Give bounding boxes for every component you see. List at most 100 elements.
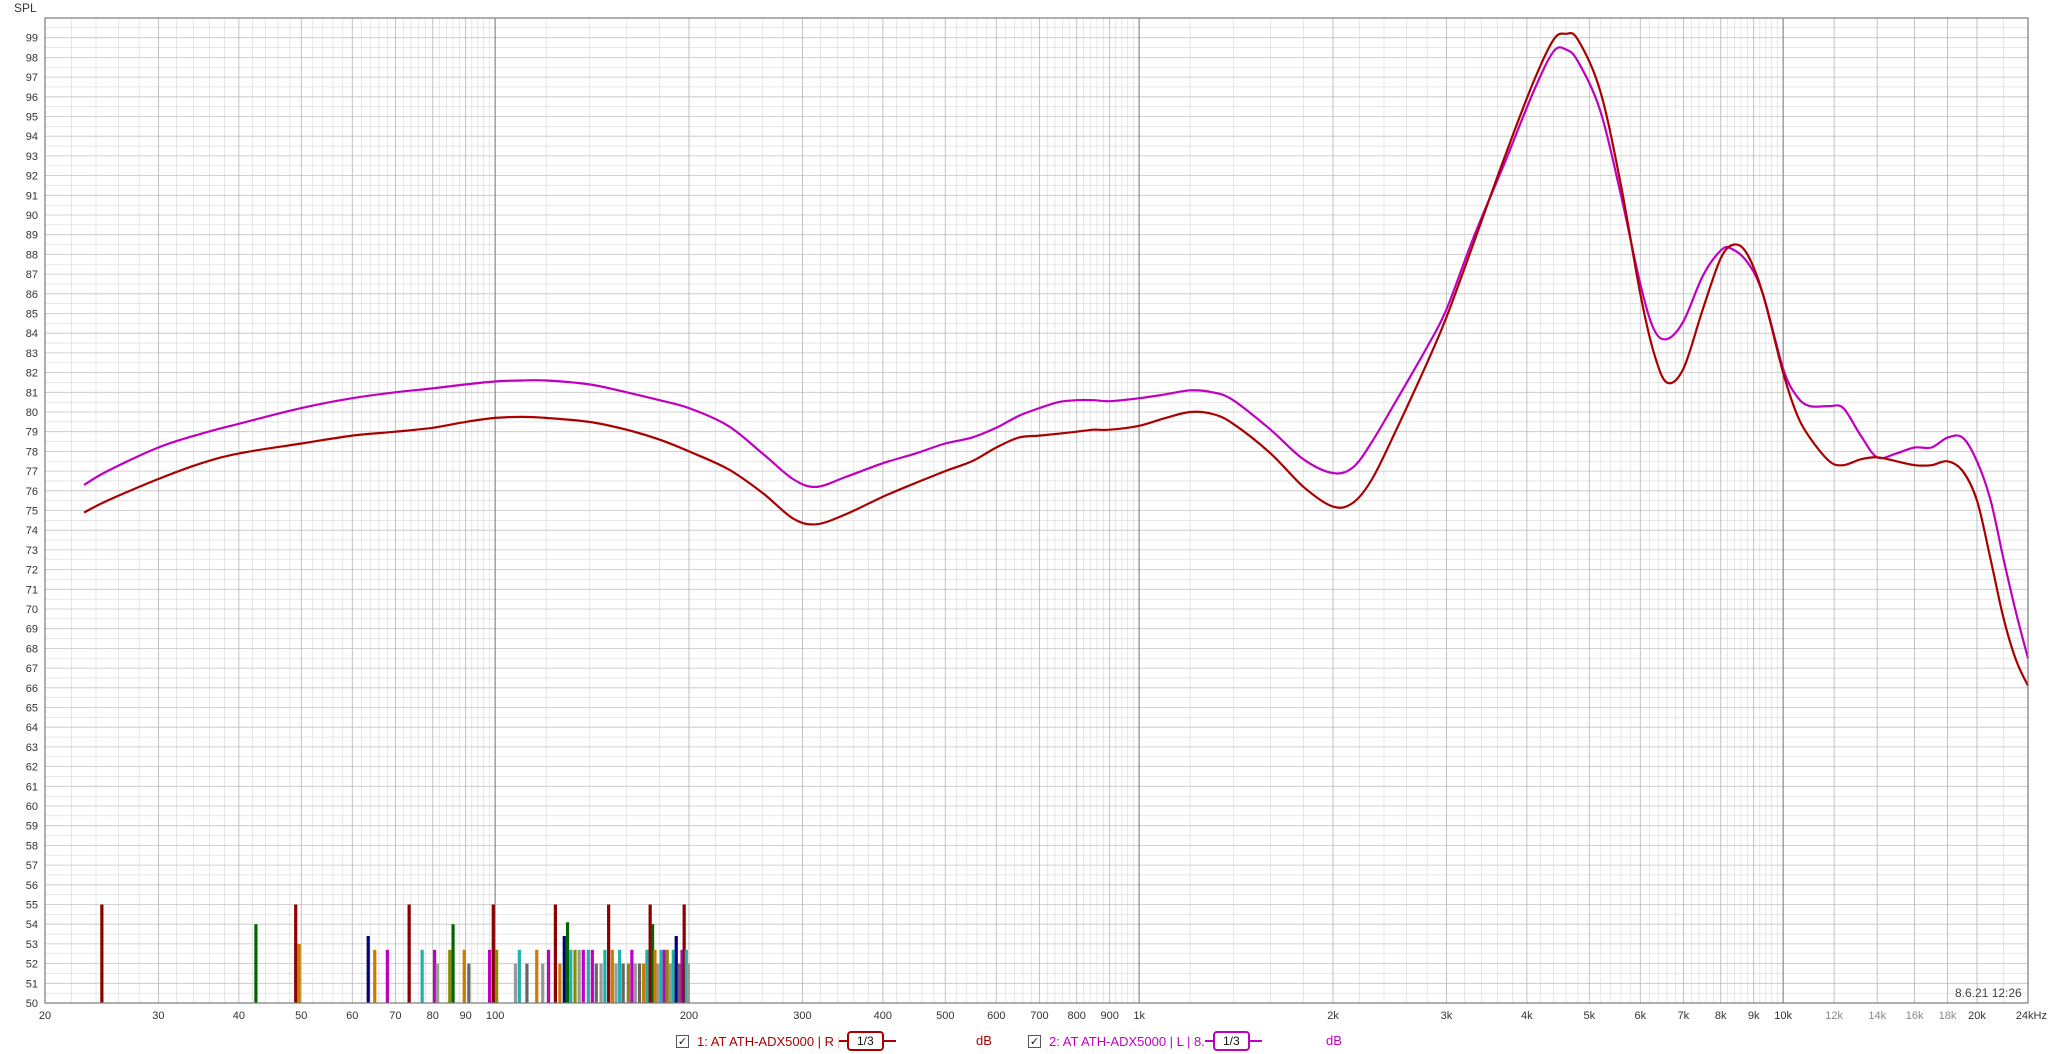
- y-tick-label: 94: [26, 131, 38, 143]
- y-tick-label: 55: [26, 900, 38, 912]
- marker-bar: [435, 963, 439, 1003]
- checkbox-check-icon: ✓: [677, 1034, 688, 1048]
- series-1-checkbox[interactable]: ✓: [676, 1034, 689, 1048]
- y-tick-label: 76: [26, 486, 38, 498]
- legend-bar: ✓ 1: AT ATH-ADX5000 | R | 8.6 1/3 dB ✓ 2…: [0, 1028, 2048, 1054]
- marker-bar: [626, 963, 631, 1003]
- marker-bar: [294, 904, 298, 1003]
- x-tick-label: 80: [427, 1010, 439, 1022]
- timestamp-label: 8.6.21 12:26: [1955, 986, 2022, 1000]
- series-2-label[interactable]: 2: AT ATH-ADX5000 | L | 8.6: [1049, 1034, 1205, 1049]
- y-tick-label: 67: [26, 663, 38, 675]
- marker-bar: [633, 963, 637, 1003]
- y-tick-label: 92: [26, 171, 38, 183]
- series-1-unit: dB: [976, 1033, 992, 1048]
- marker-bar: [674, 936, 678, 1003]
- y-tick-label: 50: [26, 998, 38, 1010]
- marker-bar: [618, 949, 622, 1003]
- marker-bar: [630, 949, 634, 1003]
- marker-bar: [686, 963, 691, 1003]
- y-tick-label: 71: [26, 584, 38, 596]
- y-tick-label: 78: [26, 446, 38, 458]
- marker-bar: [607, 904, 611, 1003]
- marker-bar: [558, 963, 562, 1003]
- legend-item-1: ✓ 1: AT ATH-ADX5000 | R | 8.6 1/3: [676, 1031, 896, 1051]
- y-axis-title: SPL: [14, 1, 37, 15]
- marker-bar: [451, 924, 455, 1003]
- marker-bar: [385, 949, 389, 1003]
- y-tick-label: 99: [26, 33, 38, 45]
- checkbox-check-icon: ✓: [1029, 1034, 1040, 1048]
- x-tick-label: 20k: [1968, 1010, 1986, 1022]
- y-tick-label: 89: [26, 230, 38, 242]
- y-tick-label: 75: [26, 506, 38, 518]
- marker-bar: [562, 936, 566, 1003]
- series-1-label[interactable]: 1: AT ATH-ADX5000 | R | 8.6: [697, 1034, 839, 1049]
- y-tick-label: 70: [26, 604, 38, 616]
- marker-bar: [603, 949, 607, 1003]
- x-tick-label: 100: [486, 1010, 504, 1022]
- x-tick-label: 20: [39, 1010, 51, 1022]
- spl-chart[interactable]: 50 51 52 53 54 55 56 57 58 59 60 61 62 63 64 65 66 67 68 69…: [0, 0, 2048, 1028]
- legend-item-2: ✓ 2: AT ATH-ADX5000 | L | 8.6 1/3: [1028, 1031, 1262, 1051]
- marker-bar: [659, 949, 663, 1003]
- y-tick-label: 56: [26, 880, 38, 892]
- y-tick-label: 80: [26, 407, 38, 419]
- marker-bar: [254, 924, 258, 1003]
- y-tick-label: 54: [26, 919, 38, 931]
- marker-bar: [517, 949, 521, 1003]
- y-tick-label: 87: [26, 269, 38, 281]
- y-tick-label: 82: [26, 368, 38, 380]
- x-tick-label: 300: [793, 1010, 811, 1022]
- marker-bar: [491, 904, 495, 1003]
- y-tick-label: 79: [26, 427, 38, 439]
- x-tick-label: 7k: [1678, 1010, 1690, 1022]
- marker-bar: [645, 949, 649, 1003]
- marker-bar: [662, 949, 666, 1003]
- x-tick-label: 90: [460, 1010, 472, 1022]
- x-tick-label: 24kHz: [2016, 1010, 2047, 1022]
- y-tick-label: 73: [26, 545, 38, 557]
- y-tick-label: 97: [26, 72, 38, 84]
- y-tick-label: 84: [26, 328, 38, 340]
- marker-bar: [366, 936, 370, 1003]
- series-2-checkbox[interactable]: ✓: [1028, 1034, 1041, 1048]
- x-tick-label: 30: [152, 1010, 164, 1022]
- spl-graph-window: 50 51 52 53 54 55 56 57 58 59 60 61 62 63 64 65 66 67 68 69…: [0, 0, 2048, 1054]
- y-tick-label: 64: [26, 722, 38, 734]
- y-tick-label: 72: [26, 565, 38, 577]
- marker-bar: [546, 949, 551, 1003]
- series-1-smoothing[interactable]: 1/3: [839, 1031, 896, 1051]
- x-tick-label: 800: [1068, 1010, 1086, 1022]
- y-tick-label: 62: [26, 762, 38, 774]
- x-tick-label: 600: [987, 1010, 1005, 1022]
- x-tick-label: 400: [874, 1010, 892, 1022]
- series-2-line-swatch-right: [1249, 1040, 1262, 1042]
- y-tick-label: 66: [26, 683, 38, 695]
- y-tick-label: 88: [26, 249, 38, 261]
- y-tick-label: 57: [26, 860, 38, 872]
- series-1-smoothing-box[interactable]: 1/3: [847, 1031, 884, 1051]
- x-tick-label: 16k: [1906, 1010, 1924, 1022]
- y-tick-label: 61: [26, 781, 38, 793]
- x-tick-label: 700: [1030, 1010, 1048, 1022]
- marker-bar: [513, 963, 518, 1003]
- marker-bar: [432, 949, 437, 1003]
- series-2-smoothing-box[interactable]: 1/3: [1213, 1031, 1250, 1051]
- y-axis-labels: 50 51 52 53 54 55 56 57 58 59 60 61 62 63 64 65 66 67 68 69…: [26, 33, 38, 1010]
- x-tick-label: 14k: [1868, 1010, 1886, 1022]
- marker-bar: [668, 963, 672, 1003]
- y-tick-label: 68: [26, 643, 38, 655]
- x-tick-label: 40: [233, 1010, 245, 1022]
- x-tick-label: 5k: [1583, 1010, 1595, 1022]
- marker-bar: [599, 963, 603, 1003]
- x-tick-label: 50: [295, 1010, 307, 1022]
- x-tick-label: 8k: [1715, 1010, 1727, 1022]
- marker-bar: [553, 904, 558, 1003]
- series-2-smoothing[interactable]: 1/3: [1205, 1031, 1262, 1051]
- series-2-line-swatch-left: [1205, 1040, 1213, 1042]
- y-tick-label: 85: [26, 309, 38, 321]
- marker-bar: [525, 963, 529, 1003]
- x-tick-label: 2k: [1327, 1010, 1339, 1022]
- marker-bar: [581, 949, 585, 1003]
